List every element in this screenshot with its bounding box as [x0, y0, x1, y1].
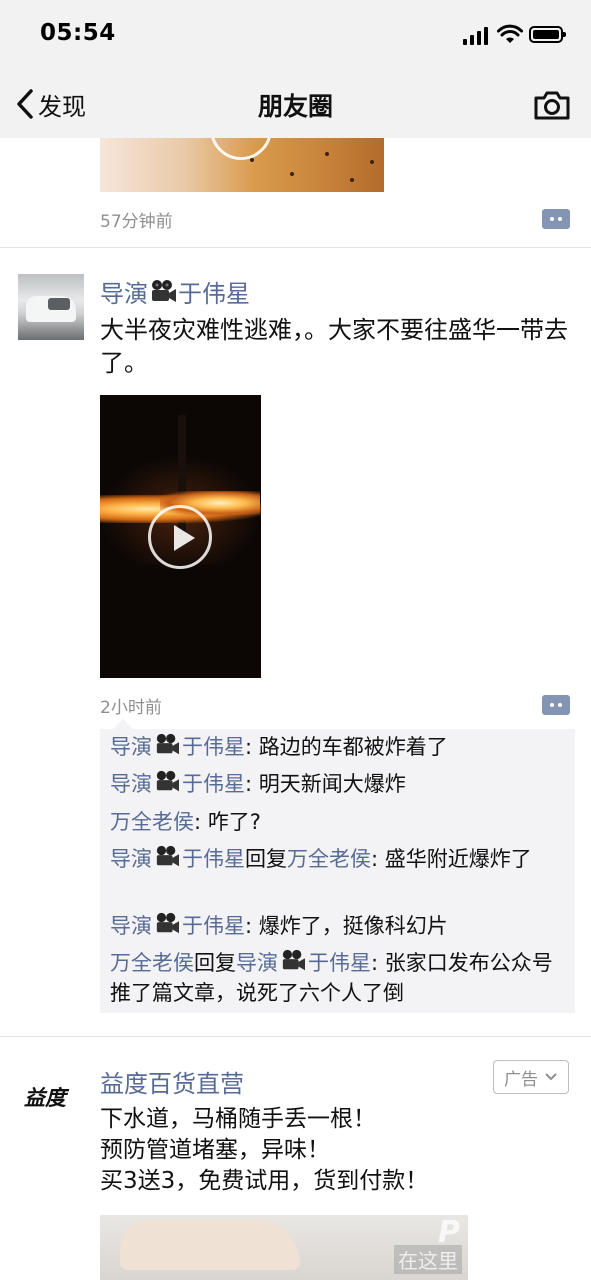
- comment-dots-icon[interactable]: [542, 695, 570, 715]
- comment-text: : 爆炸了，挺像科幻片: [245, 914, 448, 938]
- camera-icon[interactable]: [533, 89, 571, 121]
- reply-word: 回复: [194, 951, 236, 975]
- ad-badge-label: 广告: [504, 1069, 538, 1090]
- comment-text: : 明天新闻大爆炸: [245, 772, 406, 796]
- commenter-name[interactable]: 导演: [110, 914, 152, 938]
- play-icon: [210, 138, 272, 160]
- battery-icon: [529, 26, 566, 43]
- comment-dots-icon[interactable]: [542, 209, 570, 229]
- ad-advertiser-name[interactable]: 益度百货直营: [100, 1064, 244, 1099]
- moments-feed[interactable]: 57分钟前 导演 于伟星 大半夜灾难性逃难，。大家不要往盛华一带去了。 2小时前…: [0, 138, 591, 1280]
- comment-item[interactable]: 导演 于伟星: 路边的车都被炸着了: [110, 732, 568, 762]
- reply-to-name[interactable]: 导演: [236, 951, 278, 975]
- movie-camera-icon: [156, 912, 179, 934]
- comment-item[interactable]: 导演 于伟星: 爆炸了，挺像科幻片: [110, 911, 568, 941]
- comment-text: : 盛华附近爆炸了: [371, 847, 532, 871]
- ad-image[interactable]: P 在这里: [100, 1215, 468, 1280]
- wifi-icon: [497, 24, 523, 43]
- commenter-name[interactable]: 万全老侯: [110, 810, 194, 834]
- author-name-part: 于伟星: [178, 280, 250, 308]
- prev-post-video-thumbnail[interactable]: [100, 138, 384, 192]
- page-title: 朋友圈: [257, 92, 333, 121]
- divider: [0, 247, 591, 248]
- movie-camera-icon: [152, 279, 176, 302]
- commenter-name[interactable]: 导演: [110, 772, 152, 796]
- movie-camera-icon: [156, 845, 179, 867]
- comment-list: 导演 于伟星: 路边的车都被炸着了 导演 于伟星: 明天新闻大爆炸 万全老侯: 咋了…: [100, 719, 575, 1013]
- post-time: 2小时前: [100, 698, 162, 718]
- ad-text-line: 买3送3，免费试用，货到付款！: [100, 1168, 429, 1194]
- watermark-text: 在这里: [394, 1245, 462, 1274]
- post-text: 大半夜灾难性逃难，。大家不要往盛华一带去了。: [100, 316, 568, 377]
- post-author-name[interactable]: 导演 于伟星: [100, 274, 250, 309]
- chevron-down-icon: [545, 1073, 557, 1081]
- movie-camera-icon: [156, 770, 179, 792]
- nav-bar: 发现 朋友圈: [0, 72, 591, 138]
- ad-text: 下水道，马桶随手丢一根！ 预防管道堵塞，异味！ 买3送3，免费试用，货到付款！: [100, 1104, 560, 1197]
- status-bar: 05:54: [0, 0, 591, 72]
- ad-badge-button[interactable]: 广告: [493, 1060, 569, 1094]
- signal-icon: [463, 27, 491, 45]
- ad-logo[interactable]: 益度: [24, 1082, 66, 1112]
- commenter-name[interactable]: 于伟星: [182, 847, 245, 871]
- prev-post-time: 57分钟前: [100, 212, 173, 232]
- comment-item[interactable]: 导演 于伟星: 明天新闻大爆炸: [110, 769, 568, 799]
- ad-text-line: 下水道，马桶随手丢一根！: [100, 1106, 376, 1132]
- commenter-name[interactable]: 导演: [110, 735, 152, 759]
- movie-camera-icon: [156, 733, 179, 755]
- comment-text: : 路边的车都被炸着了: [245, 735, 448, 759]
- comment-text: : 咋了?: [194, 810, 261, 834]
- commenter-name[interactable]: 于伟星: [182, 735, 245, 759]
- movie-camera-icon: [282, 949, 305, 971]
- comment-item[interactable]: 万全老侯回复导演 于伟星: 张家口发布公众号推了篇文章，说死了六个人了倒: [110, 948, 568, 1008]
- commenter-name[interactable]: 万全老侯: [110, 951, 194, 975]
- post-video[interactable]: [100, 395, 261, 678]
- play-icon: [148, 505, 212, 569]
- reply-to-name[interactable]: 万全老侯: [287, 847, 371, 871]
- commenter-name[interactable]: 于伟星: [182, 914, 245, 938]
- commenter-name[interactable]: 导演: [110, 847, 152, 871]
- status-time: 05:54: [40, 20, 116, 46]
- commenter-name[interactable]: 于伟星: [182, 772, 245, 796]
- ad-text-line: 预防管道堵塞，异味！: [100, 1137, 330, 1163]
- comment-item[interactable]: 万全老侯: 咋了?: [110, 807, 568, 837]
- avatar[interactable]: [18, 274, 84, 340]
- author-name-part: 导演: [100, 280, 148, 308]
- divider: [0, 1036, 591, 1037]
- comment-item[interactable]: 导演 于伟星回复万全老侯: 盛华附近爆炸了: [110, 844, 568, 874]
- reply-word: 回复: [245, 847, 287, 871]
- reply-to-name[interactable]: 于伟星: [308, 951, 371, 975]
